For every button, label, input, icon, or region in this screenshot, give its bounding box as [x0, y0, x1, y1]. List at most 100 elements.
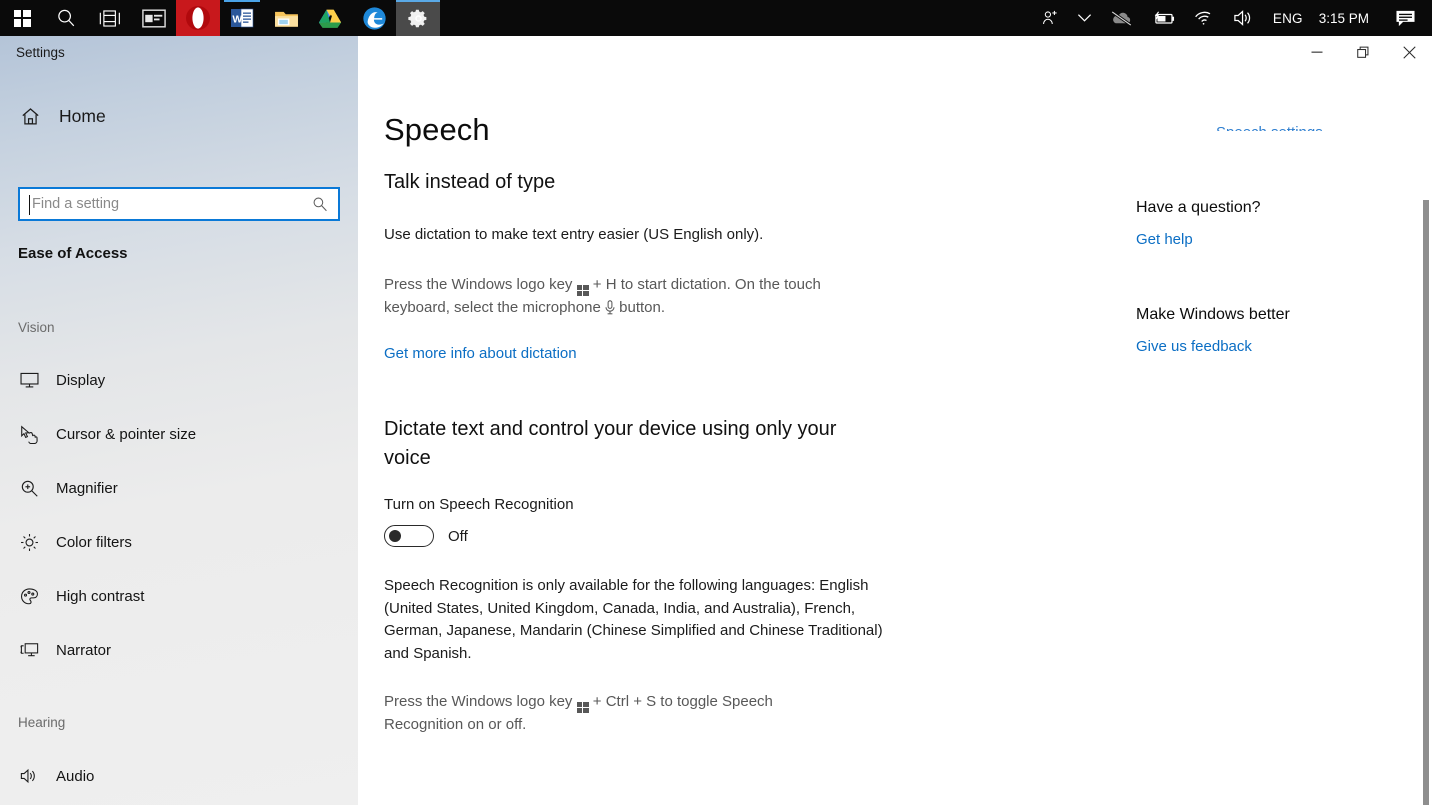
people-icon [1042, 10, 1057, 24]
give-us-feedback-link[interactable]: Give us feedback [1136, 338, 1252, 355]
search-icon-box[interactable] [312, 196, 338, 212]
sidebar-item-display[interactable]: Display [8, 360, 350, 400]
shortcut-text-pre: Press the Windows logo key [384, 693, 573, 710]
tray-onedrive-button[interactable] [1101, 0, 1142, 36]
tray-people-button[interactable] [1031, 0, 1068, 36]
minimize-icon [1311, 51, 1323, 53]
vertical-scrollbar[interactable] [1423, 200, 1429, 805]
taskbar-word-button[interactable]: W [220, 0, 264, 36]
sidebar-item-cursor-pointer-size[interactable]: Cursor & pointer size [8, 414, 350, 454]
restore-button[interactable] [1340, 36, 1386, 68]
sidebar-item-label: Display [56, 371, 106, 389]
chevron-up-icon [1077, 14, 1091, 22]
sidebar-item-label: Magnifier [56, 479, 118, 497]
taskbar-opera-button[interactable] [176, 0, 220, 36]
edge-icon [362, 6, 386, 30]
help-heading-have-a-question: Have a question? [1136, 199, 1261, 216]
sidebar-item-label: Narrator [56, 641, 112, 659]
toggle-state-label: Off [448, 527, 468, 545]
palette-icon [18, 587, 40, 606]
action-center-button[interactable] [1383, 0, 1432, 36]
sidebar-item-color-filters[interactable]: Color filters [8, 522, 350, 562]
taskbar-search-button[interactable] [44, 0, 88, 36]
taskbar-edge-button[interactable] [352, 0, 396, 36]
monitor-icon [18, 371, 40, 389]
search-icon [313, 197, 327, 212]
dictation-description: Use dictation to make text entry easier … [384, 226, 764, 243]
home-icon [22, 107, 39, 124]
dictation-shortcut-hint: Press the Windows logo key + H to start … [384, 274, 890, 322]
tray-network-button[interactable] [1185, 0, 1224, 36]
taskbar-google-drive-button[interactable] [308, 0, 352, 36]
text-caret [29, 195, 30, 215]
tray-show-hidden-button[interactable] [1068, 0, 1101, 36]
sidebar-item-narrator[interactable]: Narrator [8, 630, 350, 670]
action-center-icon [1396, 10, 1415, 26]
wifi-icon [1194, 11, 1211, 25]
help-heading-make-windows-better: Make Windows better [1136, 306, 1290, 323]
search-icon [58, 9, 75, 27]
close-button[interactable] [1386, 36, 1432, 68]
close-icon [1402, 45, 1416, 59]
settings-app-title: Settings [16, 45, 65, 60]
google-drive-icon [318, 9, 342, 28]
tray-battery-button[interactable] [1142, 0, 1185, 36]
windows-logo-glyph-icon [576, 285, 589, 297]
tray-clock[interactable]: 3:15 PM [1313, 11, 1383, 26]
sidebar-item-magnifier[interactable]: Magnifier [8, 468, 350, 508]
get-more-info-about-dictation-link[interactable]: Get more info about dictation [384, 345, 577, 362]
magnifier-icon [18, 479, 40, 498]
sidebar-item-home[interactable]: Home [14, 98, 112, 134]
task-view-icon [99, 9, 120, 27]
sidebar-item-label: Color filters [56, 533, 132, 551]
window-caption-bar [1294, 36, 1432, 72]
section-heading-talk-instead-of-type: Talk instead of type [384, 171, 556, 193]
clipped-related-link[interactable]: Speech settings [1216, 124, 1323, 131]
system-tray: ENG 3:15 PM [1031, 0, 1432, 36]
start-button[interactable] [0, 0, 44, 36]
hint-text-pre: Press the Windows logo key [384, 276, 573, 293]
windows-logo-glyph-icon [576, 702, 589, 714]
toggle-knob [389, 530, 401, 542]
restore-icon [1356, 46, 1368, 58]
speech-recognition-toggle-label: Turn on Speech Recognition [384, 496, 574, 513]
supported-languages-text: Speech Recognition is only available for… [384, 577, 883, 662]
hint-text-post: button. [619, 298, 666, 316]
scrollbar-thumb[interactable] [1423, 200, 1429, 805]
sidebar-group-label-hearing: Hearing [18, 715, 66, 730]
sidebar-item-audio[interactable]: Audio [8, 756, 350, 796]
get-help-link[interactable]: Get help [1136, 231, 1193, 248]
search-box[interactable] [18, 187, 340, 221]
taskbar-console-button[interactable] [132, 0, 176, 36]
section-heading-dictate-text: Dictate text and control your device usi… [384, 418, 837, 469]
sidebar-item-label: Cursor & pointer size [56, 425, 197, 443]
taskbar: W ENG 3:15 PM [0, 0, 1432, 36]
cursor-pointer-icon [18, 425, 40, 444]
windows-logo-icon [13, 9, 31, 27]
taskbar-file-explorer-button[interactable] [264, 0, 308, 36]
sidebar-home-label: Home [59, 105, 106, 126]
sidebar-item-high-contrast[interactable]: High contrast [8, 576, 350, 616]
onedrive-offline-icon [1111, 10, 1132, 26]
brightness-icon [18, 533, 40, 552]
gear-icon [407, 9, 426, 27]
sidebar-item-label: High contrast [56, 587, 145, 605]
sidebar-item-label: Audio [56, 767, 95, 785]
taskbar-settings-button[interactable] [396, 0, 440, 36]
settings-sidebar: Settings Home Ease of Access Vision [0, 36, 358, 805]
minimize-button[interactable] [1294, 36, 1340, 68]
page-title: Speech [384, 112, 490, 147]
svg-text:W: W [232, 13, 242, 25]
speaker-icon [1234, 10, 1250, 26]
tray-language-indicator[interactable]: ENG [1263, 11, 1313, 26]
search-input[interactable] [20, 196, 312, 212]
tray-volume-button[interactable] [1224, 0, 1263, 36]
speech-recognition-toggle[interactable] [384, 525, 434, 547]
settings-content: Speech Talk instead of type Use dictatio… [358, 36, 1432, 805]
opera-icon [186, 6, 210, 30]
task-view-button[interactable] [88, 0, 132, 36]
microphone-icon [605, 299, 615, 323]
settings-window: Settings Home Ease of Access Vision [0, 36, 1432, 805]
battery-charging-icon [1154, 10, 1174, 24]
narrator-icon [18, 641, 40, 660]
